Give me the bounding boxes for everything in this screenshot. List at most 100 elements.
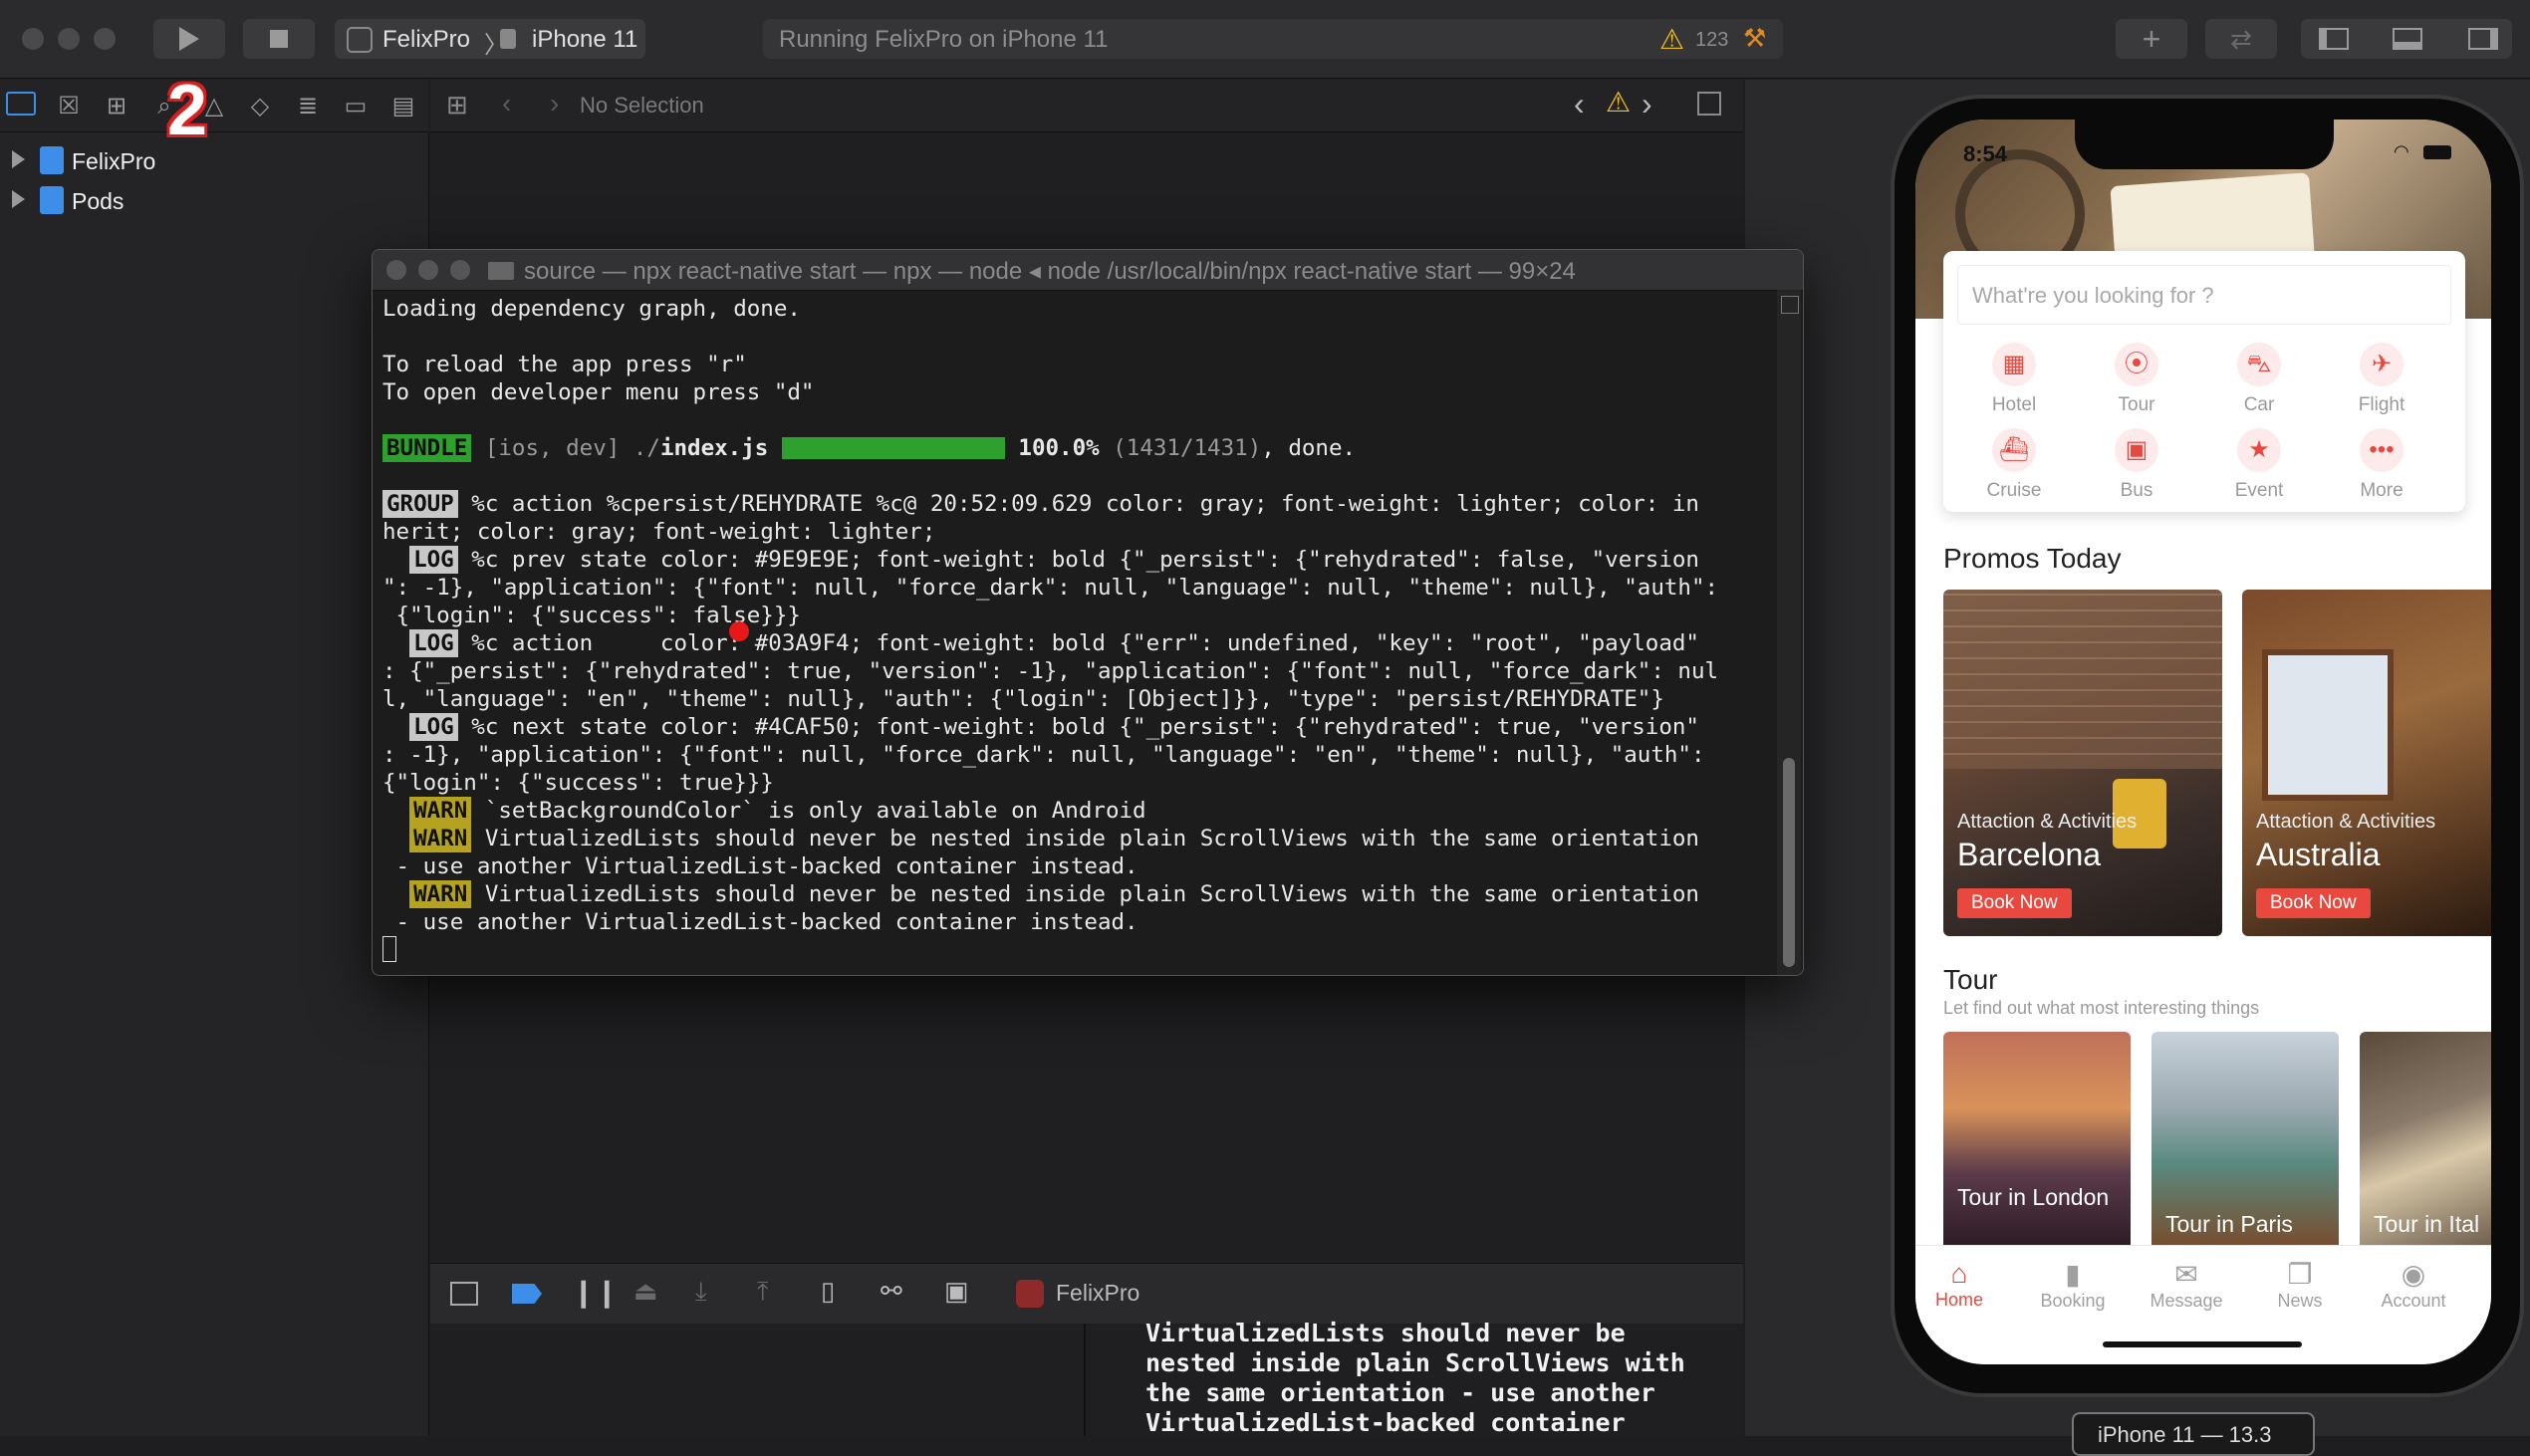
- bottom-tab-bar: ⌂ Home ▮ Booking ✉ Message ❐ News ◉ Account: [1915, 1245, 2491, 1364]
- view-hierarchy-icon[interactable]: ▯: [821, 1276, 835, 1307]
- right-panel-toggle-icon[interactable]: [2468, 28, 2498, 50]
- navigator-item-felixpro[interactable]: FelixPro: [0, 140, 428, 180]
- left-panel-toggle-icon[interactable]: [2319, 28, 2349, 50]
- split-pane-icon[interactable]: [1781, 296, 1799, 314]
- phone-screen: 8:54 ◠ What're you looking for ? ▦ Hotel …: [1915, 120, 2491, 1364]
- category-flight[interactable]: ✈ Flight: [2337, 343, 2426, 416]
- tab-account[interactable]: ◉ Account: [2364, 1258, 2463, 1312]
- report-navigator-icon[interactable]: ▤: [388, 92, 418, 121]
- minimize-window-button[interactable]: [58, 28, 80, 50]
- project-navigator-folder-icon[interactable]: [6, 92, 36, 116]
- project-navigator: FelixPro Pods: [0, 132, 429, 1436]
- log-text: - use another VirtualizedList-backed con…: [382, 853, 1138, 879]
- console-divider[interactable]: [1084, 1324, 1086, 1436]
- category-label: Event: [2234, 480, 2284, 501]
- bottom-panel-toggle-icon[interactable]: [2393, 28, 2422, 50]
- warning-count[interactable]: 123: [1695, 29, 1728, 52]
- tab-home[interactable]: ⌂ Home: [1915, 1258, 2009, 1311]
- minimize-window-button[interactable]: [418, 260, 438, 280]
- category-more[interactable]: ••• More: [2337, 428, 2426, 502]
- memory-graph-icon[interactable]: ⚯: [881, 1276, 902, 1307]
- close-window-button[interactable]: [22, 28, 44, 50]
- tour-card-london[interactable]: Tour in London: [1943, 1032, 2131, 1251]
- book-now-button[interactable]: Book Now: [2256, 888, 2371, 918]
- tour-card-italy[interactable]: Tour in Ital: [2360, 1032, 2491, 1251]
- category-car[interactable]: ⛍ Car: [2214, 343, 2304, 416]
- category-event[interactable]: ★ Event: [2214, 428, 2304, 502]
- step-out-icon[interactable]: ⤒: [757, 1276, 769, 1308]
- terminal-line: Loading dependency graph, done.: [382, 296, 801, 322]
- console-line: VirtualizedLists should never be: [1145, 1319, 1626, 1347]
- forward-chevron-icon[interactable]: ›: [550, 88, 559, 120]
- category-cruise[interactable]: ⛴ Cruise: [1969, 428, 2059, 502]
- back-chevron-icon[interactable]: ‹: [502, 88, 511, 120]
- promo-card-australia[interactable]: Attaction & Activities Australia Book No…: [2242, 590, 2491, 936]
- zoom-window-button[interactable]: [450, 260, 470, 280]
- log-text: %c prev state color: #9E9E9E; font-weigh…: [471, 547, 1699, 573]
- tab-news[interactable]: ❐ News: [2250, 1258, 2350, 1312]
- swap-arrows-icon: ⇄: [2230, 24, 2252, 54]
- jump-bar-selection: No Selection: [580, 93, 704, 118]
- disclosure-triangle-icon[interactable]: [12, 150, 25, 168]
- library-button[interactable]: +: [2116, 19, 2187, 59]
- symbol-navigator-icon[interactable]: ⊞: [102, 92, 131, 121]
- category-hotel[interactable]: ▦ Hotel: [1969, 343, 2059, 416]
- warning-icon[interactable]: ⚠: [1659, 23, 1684, 56]
- breakpoint-navigator-icon[interactable]: ▭: [341, 92, 371, 121]
- terminal-title-bar[interactable]: source — npx react-native start — npx — …: [373, 250, 1803, 291]
- more-icon: •••: [2360, 428, 2404, 472]
- scheme-selector[interactable]: FelixPro 〉 iPhone 11: [335, 19, 645, 59]
- promo-city: Australia: [2256, 837, 2381, 872]
- promo-city: Barcelona: [1957, 837, 2102, 872]
- tour-card-paris[interactable]: Tour in Paris: [2151, 1032, 2339, 1251]
- next-issue-icon[interactable]: ›: [1642, 86, 1652, 122]
- tab-label: Message: [2150, 1291, 2223, 1311]
- tab-booking[interactable]: ▮ Booking: [2023, 1258, 2123, 1312]
- code-review-button[interactable]: ⇄: [2205, 19, 2277, 59]
- bundle-platform: [ios, dev] ./: [484, 435, 660, 461]
- debug-navigator-icon[interactable]: ≣: [293, 92, 323, 121]
- zoom-window-button[interactable]: [94, 28, 116, 50]
- tab-message[interactable]: ✉ Message: [2137, 1258, 2236, 1312]
- log-text: herit; color: gray; font-weight: lighter…: [382, 519, 936, 545]
- debug-process-name[interactable]: FelixPro: [1056, 1280, 1139, 1307]
- user-circle-icon: ◉: [2401, 1259, 2426, 1290]
- terminal-output[interactable]: Loading dependency graph, done. To reloa…: [382, 295, 1773, 964]
- test-navigator-icon[interactable]: ◇: [245, 92, 275, 121]
- log-text: : {"_persist": {"rehydrated": true, "ver…: [382, 658, 1719, 684]
- category-label: Cruise: [1986, 480, 2042, 501]
- terminal-cursor: [382, 936, 396, 962]
- promo-subtitle: Attaction & Activities: [1957, 811, 2138, 833]
- hide-debug-area-icon[interactable]: [450, 1282, 478, 1306]
- related-items-grid-icon[interactable]: ⊞: [446, 92, 472, 118]
- bus-icon: ▣: [2115, 428, 2158, 472]
- step-into-icon[interactable]: ⤓: [695, 1276, 707, 1308]
- pause-icon[interactable]: ❙❙: [572, 1276, 619, 1309]
- run-button[interactable]: [153, 19, 225, 59]
- device-icon: [500, 29, 516, 49]
- source-control-icon[interactable]: ☒: [54, 92, 84, 121]
- status-time: 8:54: [1963, 141, 2008, 166]
- warn-tag: WARN: [409, 797, 472, 825]
- navigator-item-pods[interactable]: Pods: [0, 180, 428, 220]
- bookmark-icon: ▮: [2065, 1259, 2081, 1290]
- step-over-icon[interactable]: ⏏: [633, 1276, 658, 1307]
- category-bus[interactable]: ▣ Bus: [2092, 428, 2181, 502]
- warning-icon[interactable]: ⚠: [1606, 86, 1631, 119]
- log-text: - use another VirtualizedList-backed con…: [382, 909, 1138, 935]
- terminal-scroll-thumb[interactable]: [1783, 758, 1795, 967]
- disclosure-triangle-icon[interactable]: [12, 190, 25, 208]
- book-now-button[interactable]: Book Now: [1957, 888, 2072, 918]
- previous-issue-icon[interactable]: ‹: [1574, 86, 1585, 122]
- scheme-device-name[interactable]: iPhone 11: [532, 26, 637, 54]
- ship-icon: ⛴: [1992, 428, 2036, 472]
- log-text: %c action color: #03A9F4; font-weight: b…: [471, 630, 1699, 656]
- stop-button[interactable]: [243, 19, 315, 59]
- breakpoints-toggle-icon[interactable]: [512, 1284, 542, 1304]
- search-input[interactable]: What're you looking for ?: [1957, 265, 2451, 325]
- add-editor-icon[interactable]: [1697, 92, 1721, 116]
- promo-card-barcelona[interactable]: Attaction & Activities Barcelona Book No…: [1943, 590, 2222, 936]
- category-tour[interactable]: ⦿ Tour: [2092, 343, 2181, 416]
- environment-overrides-icon[interactable]: ▣: [944, 1276, 969, 1307]
- close-window-button[interactable]: [386, 260, 406, 280]
